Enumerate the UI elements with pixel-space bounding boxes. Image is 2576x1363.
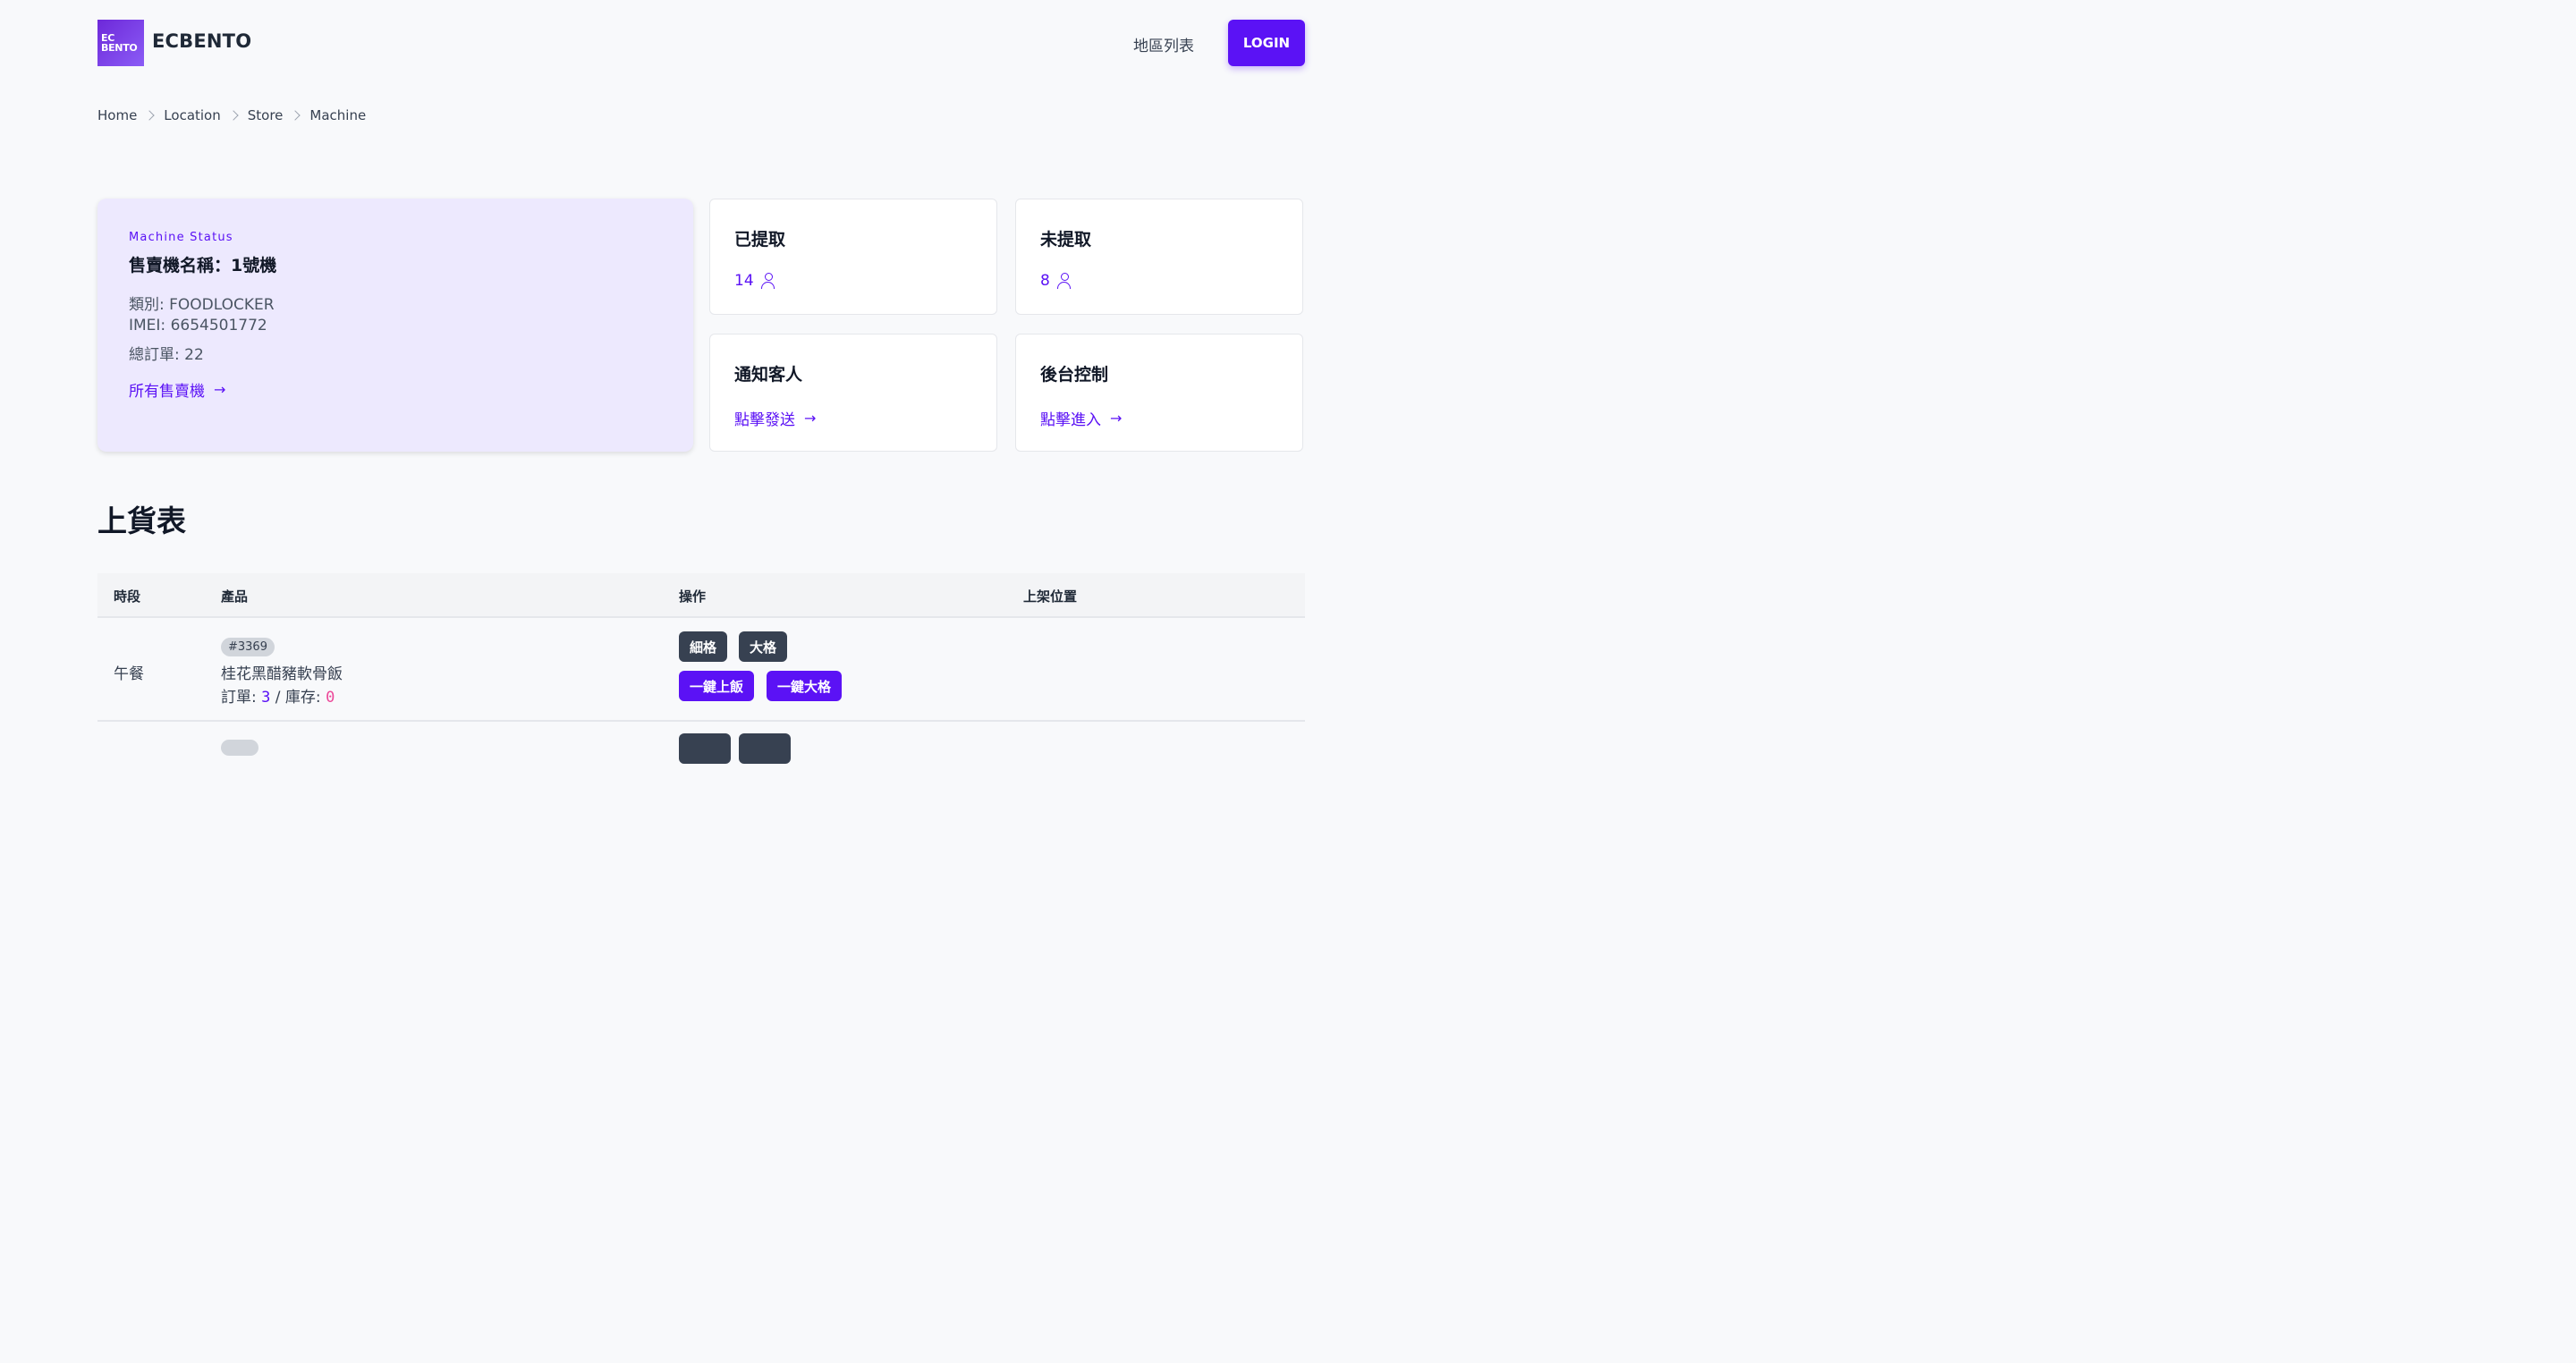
- table-row: 午餐 #3369 桂花黑醋豬軟骨飯 訂單: 3 / 庫存: 0 細格 大格 一鍵…: [97, 618, 1305, 722]
- header-actions: 操作: [679, 588, 707, 605]
- header-shelf-position: 上架位置: [1023, 588, 1078, 605]
- picked-card: 已提取 14: [709, 199, 997, 315]
- large-slot-button[interactable]: 大格: [739, 631, 788, 662]
- small-slot-button[interactable]: 細格: [679, 631, 728, 662]
- small-slot-button-partial[interactable]: [679, 733, 731, 764]
- admin-link-label: 點擊進入: [1040, 411, 1101, 429]
- user-icon: [760, 273, 775, 289]
- arrow-right-icon: →: [804, 410, 817, 427]
- orders-count: 3: [261, 689, 271, 707]
- table-header: 時段 產品 操作 上架位置: [97, 573, 1305, 618]
- nav-region-list[interactable]: 地區列表: [1133, 33, 1194, 55]
- one-click-load-button[interactable]: 一鍵上飯: [679, 671, 755, 701]
- chevron-right-icon: [290, 110, 301, 121]
- row-period: 午餐: [114, 665, 144, 683]
- picked-value: 14: [734, 272, 754, 290]
- unpicked-value: 8: [1040, 272, 1050, 290]
- table-row-partial: [97, 722, 1305, 764]
- product-id-badge: #3369: [221, 638, 275, 656]
- chevron-right-icon: [144, 110, 155, 121]
- admin-title: 後台控制: [1040, 365, 1109, 385]
- stock-label: / 庫存:: [275, 689, 321, 707]
- logo-line2: BENTO: [101, 42, 138, 54]
- one-click-large-button[interactable]: 一鍵大格: [767, 671, 843, 701]
- chevron-right-icon: [228, 110, 239, 121]
- stock-table: 時段 產品 操作 上架位置 午餐 #3369 桂花黑醋豬軟骨飯 訂單: 3 / …: [97, 573, 1305, 764]
- notify-send-link[interactable]: 點擊發送 →: [734, 407, 816, 429]
- arrow-right-icon: →: [1110, 410, 1123, 427]
- header-period: 時段: [114, 588, 141, 605]
- brand-name[interactable]: ECBENTO: [152, 30, 251, 52]
- section-title: 上貨表: [97, 504, 186, 538]
- notify-link-label: 點擊發送: [734, 411, 795, 429]
- breadcrumb-location[interactable]: Location: [164, 107, 220, 123]
- notify-card: 通知客人 點擊發送 →: [709, 334, 997, 452]
- picked-count: 14: [734, 272, 775, 290]
- machine-status-card: Machine Status 售賣機名稱：1號機 類別: FOODLOCKER …: [97, 199, 693, 452]
- breadcrumb-home[interactable]: Home: [97, 107, 137, 123]
- unpicked-title: 未提取: [1040, 230, 1092, 250]
- logo[interactable]: EC BENTO: [97, 20, 144, 66]
- arrow-right-icon: →: [214, 381, 226, 398]
- breadcrumb: Home Location Store Machine: [97, 107, 366, 123]
- login-button[interactable]: LOGIN: [1228, 20, 1305, 66]
- notify-title: 通知客人: [734, 365, 803, 385]
- picked-title: 已提取: [734, 230, 786, 250]
- orders-label: 訂單:: [221, 689, 257, 707]
- product-stats: 訂單: 3 / 庫存: 0: [221, 684, 335, 707]
- all-machines-link[interactable]: 所有售賣機 →: [129, 378, 225, 401]
- status-label: Machine Status: [129, 231, 233, 244]
- machine-name: 售賣機名稱：1號機: [129, 256, 277, 275]
- machine-imei: IMEI: 6654501772: [129, 317, 267, 334]
- stock-count: 0: [326, 689, 335, 707]
- machine-category: 類別: FOODLOCKER: [129, 296, 275, 314]
- user-icon: [1056, 273, 1072, 289]
- unpicked-count: 8: [1040, 272, 1072, 290]
- unpicked-card: 未提取 8: [1015, 199, 1303, 315]
- machine-total-orders: 總訂單: 22: [129, 346, 204, 364]
- header-product: 產品: [221, 588, 249, 605]
- product-name: 桂花黑醋豬軟骨飯: [221, 665, 343, 683]
- all-machines-label: 所有售賣機: [129, 383, 205, 401]
- breadcrumb-machine[interactable]: Machine: [309, 107, 366, 123]
- breadcrumb-store[interactable]: Store: [248, 107, 284, 123]
- product-id-badge-partial: [221, 740, 258, 756]
- large-slot-button-partial[interactable]: [739, 733, 791, 764]
- admin-card: 後台控制 點擊進入 →: [1015, 334, 1303, 452]
- admin-enter-link[interactable]: 點擊進入 →: [1040, 407, 1122, 429]
